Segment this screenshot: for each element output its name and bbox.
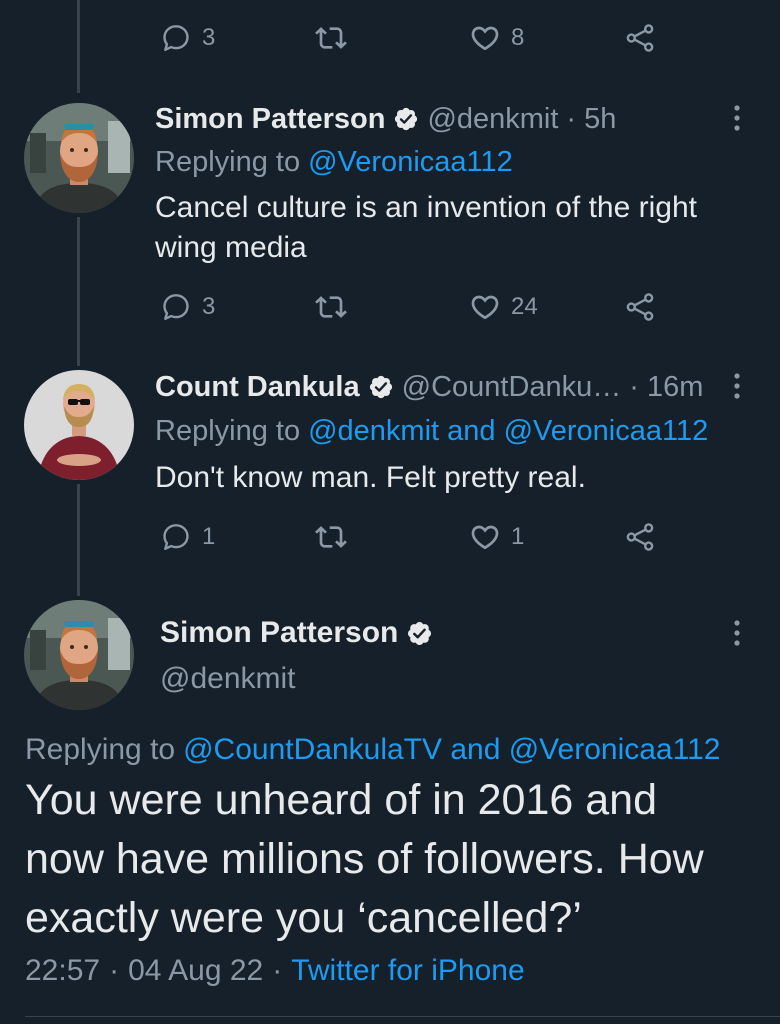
retweet-icon <box>315 22 347 54</box>
avatar-photo <box>24 600 134 710</box>
avatar[interactable] <box>24 600 134 710</box>
reply-button[interactable]: 3 <box>160 22 215 54</box>
retweet-button[interactable] <box>315 22 347 54</box>
tweet-action-bar: 1 1 <box>0 521 780 553</box>
tweet-text: Cancel culture is an invention of the ri… <box>155 191 697 264</box>
tweet-header: Simon Patterson <box>160 615 441 651</box>
separator: · <box>109 954 120 987</box>
reply-icon <box>160 22 192 54</box>
display-name[interactable]: Simon Patterson <box>155 103 385 136</box>
avatar-sunglasses <box>80 399 90 405</box>
avatar-eye <box>70 148 74 152</box>
avatar-background-shelf <box>30 630 46 670</box>
like-button[interactable]: 8 <box>469 22 524 54</box>
share-button[interactable] <box>624 521 656 553</box>
heart-icon <box>469 22 501 54</box>
previous-tweet-action-bar: 3 8 <box>0 22 780 54</box>
display-name[interactable]: Count Dankula <box>155 371 360 404</box>
avatar-background-shelf <box>30 133 46 173</box>
more-options-button[interactable] <box>731 103 743 133</box>
tweet-source-link[interactable]: Twitter for iPhone <box>291 954 524 987</box>
tweet-text: Don't know man. Felt pretty real. <box>155 461 586 494</box>
separator: · <box>272 954 283 987</box>
avatar[interactable] <box>24 103 134 213</box>
avatar-background-window <box>108 618 130 670</box>
like-button[interactable]: 24 <box>469 291 538 323</box>
tweet-header: Count Dankula @CountDanku… · 16m <box>155 369 703 405</box>
reply-button[interactable]: 3 <box>160 291 215 323</box>
tweet-header: Simon Patterson @denkmit · 5h <box>155 101 616 137</box>
like-button[interactable]: 1 <box>469 521 524 553</box>
retweet-button[interactable] <box>315 521 347 553</box>
avatar[interactable] <box>24 370 134 480</box>
replying-to-mentions[interactable]: @Veronicaa112 <box>308 146 513 178</box>
avatar-sunglasses <box>64 124 94 130</box>
verified-badge-icon <box>393 106 419 132</box>
tweet-action-bar: 3 24 <box>0 291 780 323</box>
tweet-text: You were unheard of in 2016 and now have… <box>25 776 704 942</box>
reply-count: 1 <box>202 523 216 550</box>
more-options-button[interactable] <box>731 371 743 401</box>
retweet-button[interactable] <box>315 291 347 323</box>
verified-badge-icon <box>368 374 394 400</box>
user-handle[interactable]: @denkmit <box>427 103 558 136</box>
avatar-background-window <box>108 121 130 173</box>
retweet-icon <box>315 521 347 553</box>
tweet-time[interactable]: 16m <box>647 371 703 404</box>
display-name[interactable]: Simon Patterson <box>160 616 398 650</box>
avatar-hands <box>57 454 101 466</box>
reply-icon <box>160 521 192 553</box>
separator: · <box>566 102 577 135</box>
tweet-time[interactable]: 5h <box>584 103 616 136</box>
avatar-eye <box>84 645 88 649</box>
replying-to-label: Replying to <box>155 415 301 447</box>
share-icon <box>624 22 656 54</box>
avatar-sunglasses-bridge <box>77 400 81 402</box>
heart-icon <box>469 521 501 553</box>
share-icon <box>624 521 656 553</box>
share-button[interactable] <box>624 22 656 54</box>
user-handle[interactable]: @CountDanku… <box>402 371 622 404</box>
reply-count: 3 <box>202 24 216 51</box>
more-vertical-icon <box>731 371 743 401</box>
heart-icon <box>469 291 501 323</box>
avatar-photo <box>24 103 134 213</box>
reply-count: 3 <box>202 293 216 320</box>
like-count: 8 <box>511 24 525 51</box>
reply-icon <box>160 291 192 323</box>
avatar-eye <box>84 148 88 152</box>
replying-to-label: Replying to <box>25 733 176 766</box>
like-count: 24 <box>511 293 538 320</box>
more-options-button[interactable] <box>731 618 743 648</box>
verified-badge-icon <box>406 620 433 647</box>
replying-to-label: Replying to <box>155 146 301 178</box>
share-button[interactable] <box>624 291 656 323</box>
tweet-timestamp-line: 22:57 · 04 Aug 22 · Twitter for iPhone <box>25 951 525 991</box>
avatar-eye <box>70 645 74 649</box>
like-count: 1 <box>511 523 525 550</box>
more-vertical-icon <box>731 618 743 648</box>
replying-to-mentions[interactable]: @CountDankulaTV and @Veronicaa112 <box>183 733 720 766</box>
tweet-time[interactable]: 22:57 <box>25 954 100 987</box>
share-icon <box>624 291 656 323</box>
user-handle[interactable]: @denkmit <box>160 659 296 699</box>
replying-to-mentions[interactable]: @denkmit and @Veronicaa112 <box>308 415 708 447</box>
tweet-date[interactable]: 04 Aug 22 <box>128 954 263 987</box>
separator: · <box>629 370 639 403</box>
divider <box>25 1016 780 1017</box>
more-vertical-icon <box>731 103 743 133</box>
replying-to-line: Replying to @CountDankulaTV and @Veronica… <box>25 730 720 770</box>
avatar-photo <box>24 370 134 480</box>
avatar-sunglasses <box>68 399 78 405</box>
retweet-icon <box>315 291 347 323</box>
reply-button[interactable]: 1 <box>160 521 215 553</box>
replying-to-line: Replying to @Veronicaa112 <box>155 142 513 182</box>
replying-to-line: Replying to @denkmit and @Veronicaa112 <box>155 411 708 451</box>
avatar-sunglasses <box>64 621 94 627</box>
